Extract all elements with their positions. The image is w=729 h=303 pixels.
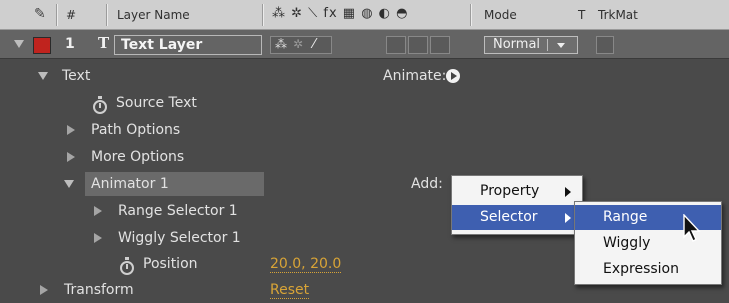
stopwatch-icon[interactable] <box>120 257 134 275</box>
stopwatch-icon[interactable] <box>93 96 107 114</box>
animate-menu-button[interactable] <box>446 69 460 83</box>
label-color-swatch[interactable] <box>33 37 51 54</box>
expand-path-options-icon[interactable] <box>67 125 75 135</box>
animator-label: Animator 1 <box>91 176 169 192</box>
mode-value: Normal <box>493 37 541 52</box>
position-value[interactable]: 20.0, 20.0 <box>270 256 342 273</box>
text-layer-type-icon: T <box>98 34 110 52</box>
expand-animator-icon[interactable] <box>64 180 74 188</box>
expand-wiggly-selector-icon[interactable] <box>94 233 102 243</box>
layer-switches[interactable]: ⁂ ✲ ⁄ <box>270 36 332 54</box>
wiggly-selector-label: Wiggly Selector 1 <box>118 230 241 246</box>
mode-dropdown[interactable]: Normal <box>484 36 578 54</box>
collapse-icon[interactable]: ✲ <box>293 37 303 51</box>
menu-item-label: Wiggly <box>603 235 651 251</box>
menu-item-label: Range <box>603 209 648 225</box>
submenu-arrow-icon <box>565 213 571 223</box>
header-divider <box>262 4 264 26</box>
pen-icon: ✎ <box>34 6 46 22</box>
menu-item-label: Selector <box>480 209 538 225</box>
quality-icon[interactable]: ⁄ <box>313 37 315 52</box>
play-icon <box>451 72 457 80</box>
add-menu: Property Selector <box>451 175 583 235</box>
dropdown-divider <box>547 39 548 51</box>
source-text-row[interactable]: Source Text <box>0 90 729 116</box>
switches-icons: ⁂ ✲ ⟍ fx ▦ ◍ ◐ ◓ <box>272 6 409 21</box>
path-options-row[interactable]: Path Options <box>0 117 729 143</box>
column-layer-name[interactable]: Layer Name <box>117 8 190 22</box>
layer-row[interactable]: 1 T Text Layer ⁂ ✲ ⁄ Normal <box>0 30 729 59</box>
more-options-label: More Options <box>91 149 185 165</box>
menu-item-selector[interactable]: Selector <box>452 205 582 230</box>
layer-number: 1 <box>65 36 75 52</box>
column-mode: Mode <box>484 8 517 22</box>
transform-label: Transform <box>64 282 134 298</box>
range-selector-label: Range Selector 1 <box>118 203 238 219</box>
switch-box[interactable] <box>386 36 406 54</box>
position-label: Position <box>143 256 198 272</box>
menu-item-expression[interactable]: Expression <box>575 257 721 282</box>
layer-name-field[interactable]: Text Layer <box>114 35 262 55</box>
source-text-label: Source Text <box>116 95 197 111</box>
column-t: T <box>578 8 586 22</box>
column-hash: # <box>66 8 77 22</box>
switch-box[interactable] <box>430 36 450 54</box>
expand-transform-icon[interactable] <box>40 285 48 295</box>
menu-item-property[interactable]: Property <box>452 179 582 204</box>
column-trkmat: TrkMat <box>598 8 638 22</box>
menu-item-label: Expression <box>603 261 679 277</box>
mouse-cursor-icon <box>683 214 701 242</box>
animator-row[interactable]: Animator 1 Add: <box>0 171 729 197</box>
animate-label: Animate: <box>383 68 447 84</box>
path-options-label: Path Options <box>91 122 181 138</box>
header-divider <box>470 4 472 26</box>
header-divider <box>56 4 58 26</box>
transform-reset-link[interactable]: Reset <box>270 282 310 299</box>
submenu-arrow-icon <box>565 187 571 197</box>
header-divider <box>106 4 108 26</box>
text-group-row[interactable]: Text Animate: <box>0 63 729 89</box>
expand-more-options-icon[interactable] <box>67 152 75 162</box>
add-label: Add: <box>411 176 443 192</box>
more-options-row[interactable]: More Options <box>0 144 729 170</box>
expand-range-selector-icon[interactable] <box>94 206 102 216</box>
trkmat-box[interactable] <box>596 36 614 54</box>
switch-box[interactable] <box>408 36 428 54</box>
text-group-label: Text <box>62 68 91 84</box>
chevron-down-icon[interactable] <box>557 43 565 48</box>
expand-text-icon[interactable] <box>38 72 48 80</box>
layer-name: Text Layer <box>121 37 203 53</box>
timeline-header: ✎ # Layer Name ⁂ ✲ ⟍ fx ▦ ◍ ◐ ◓ Mode T T… <box>0 0 729 30</box>
collapse-layer-icon[interactable] <box>14 40 24 48</box>
menu-item-label: Property <box>480 183 540 199</box>
shy-icon[interactable]: ⁂ <box>275 37 287 51</box>
